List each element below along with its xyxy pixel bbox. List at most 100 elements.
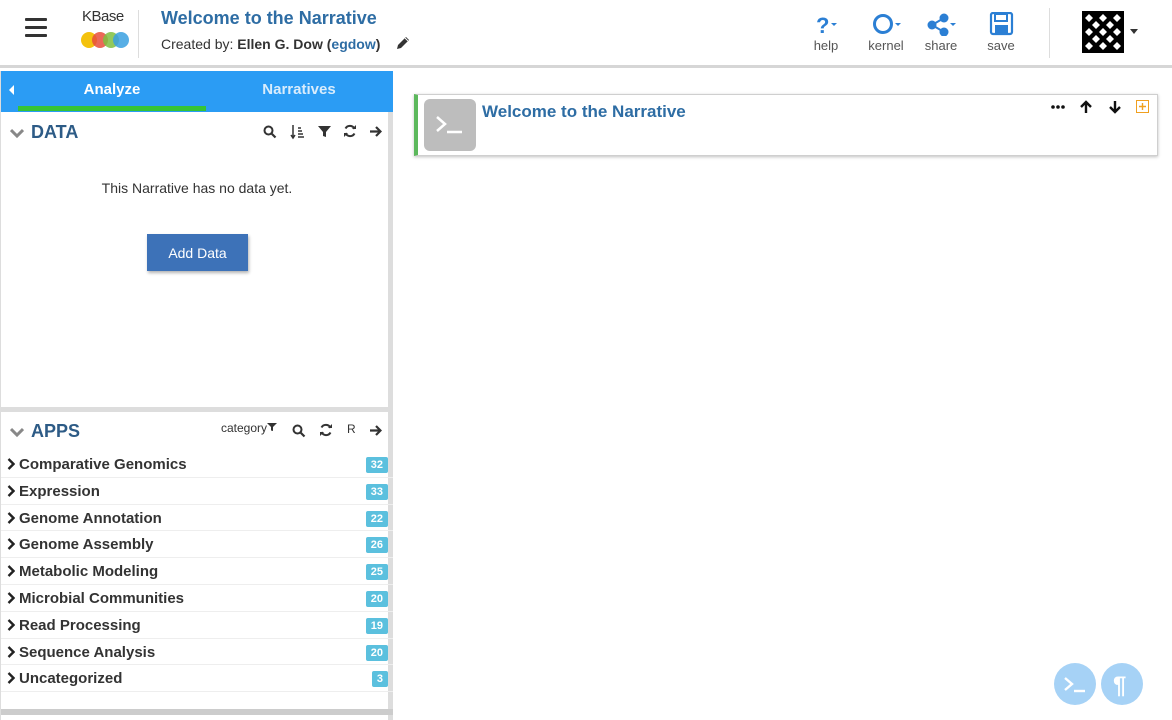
chevron-right-icon [7, 484, 15, 497]
svg-text:¶: ¶ [1113, 672, 1126, 699]
share-button[interactable]: share [916, 12, 966, 53]
active-tab-indicator [18, 106, 206, 111]
arrow-right-icon[interactable] [369, 424, 382, 437]
app-category-row[interactable]: Microbial Communities 20 [1, 585, 393, 612]
narrative-main-area: Welcome to the Narrative ¶ [398, 71, 1172, 720]
category-filter-label: category [221, 421, 268, 435]
save-button[interactable]: save [976, 12, 1026, 53]
app-count-badge: 32 [365, 457, 388, 473]
r-button[interactable]: R [347, 422, 356, 436]
app-category-name: Read Processing [19, 616, 141, 634]
side-panel: Analyze Narratives DATA This Narrative h… [0, 71, 393, 720]
app-count-badge: 22 [365, 510, 388, 527]
logo-text: KBase [82, 8, 124, 25]
app-count-badge: 20 [365, 644, 388, 661]
app-count-badge: 26 [365, 537, 388, 554]
chevron-right-icon [7, 592, 15, 604]
markdown-cell[interactable]: Welcome to the Narrative [414, 94, 1158, 156]
chevron-right-icon [7, 645, 15, 658]
collapse-panel-icon[interactable] [9, 85, 14, 95]
app-count-badge: 20 [365, 590, 388, 607]
app-category-name: Uncategorized [19, 670, 123, 688]
pilcrow-icon: ¶ [1113, 672, 1126, 699]
header-divider-right [1049, 8, 1050, 58]
question-icon: ? [816, 13, 837, 36]
chevron-down-icon[interactable] [10, 126, 24, 140]
created-prefix: Created by: [161, 36, 238, 52]
add-code-cell-button[interactable] [1054, 663, 1096, 705]
panel-tabs: Analyze Narratives [1, 71, 393, 112]
help-label: help [813, 38, 839, 53]
chevron-right-icon [7, 618, 15, 631]
more-icon[interactable] [1050, 104, 1065, 110]
data-section-title[interactable]: DATA [31, 122, 78, 143]
author-name: Ellen G. Dow [237, 36, 323, 52]
app-category-name: Genome Annotation [19, 509, 162, 527]
paren-close: ) [375, 36, 381, 52]
filter-icon[interactable] [318, 125, 331, 138]
category-filter[interactable]: category [221, 421, 278, 435]
app-category-row[interactable]: Metabolic Modeling 25 [1, 558, 393, 585]
tab-analyze[interactable]: Analyze [18, 81, 206, 98]
app-count-badge: 25 [365, 564, 388, 581]
chevron-right-icon [7, 538, 15, 551]
app-category-row[interactable]: Expression 33 [1, 478, 393, 505]
kernel-button[interactable]: kernel [861, 12, 911, 53]
app-category-name: Microbial Communities [19, 589, 185, 607]
arrow-up-icon[interactable] [1079, 100, 1093, 114]
circle-icon [873, 14, 901, 34]
tab-narratives[interactable]: Narratives [205, 81, 393, 98]
created-by: Created by: Ellen G. Dow (egdow) [161, 36, 380, 52]
horizontal-scrollbar[interactable] [1, 709, 393, 715]
no-data-message: This Narrative has no data yet. [101, 180, 293, 196]
refresh-icon[interactable] [319, 423, 333, 437]
data-section-header: DATA [1, 116, 393, 150]
search-icon[interactable] [292, 424, 306, 438]
add-markdown-cell-button[interactable]: ¶ [1101, 663, 1143, 705]
search-icon[interactable] [263, 125, 277, 139]
add-data-button[interactable]: Add Data [147, 234, 248, 271]
arrow-right-icon[interactable] [369, 125, 382, 138]
add-cell-icon[interactable] [1136, 100, 1149, 114]
app-category-row[interactable]: Genome Assembly 26 [1, 531, 393, 559]
apps-section-header: APPS R [1, 415, 393, 449]
app-category-list: Comparative Genomics 32 Expression 33 Genome… [1, 451, 393, 693]
refresh-icon[interactable] [343, 124, 357, 138]
app-category-row[interactable]: Read Processing 19 [1, 612, 393, 639]
app-category-name: Genome Assembly [19, 536, 154, 554]
app-category-name: Sequence Analysis [19, 643, 156, 661]
panel-divider[interactable] [1, 407, 393, 412]
app-category-row[interactable]: Sequence Analysis 20 [1, 639, 393, 666]
chevron-down-icon[interactable] [1130, 29, 1138, 34]
help-button[interactable]: ? help [801, 12, 851, 53]
cell-toolbar [1041, 98, 1149, 116]
pencil-icon[interactable] [395, 35, 411, 51]
author-username-link[interactable]: egdow [331, 36, 375, 52]
app-category-name: Metabolic Modeling [19, 563, 159, 581]
terminal-icon [1064, 677, 1085, 693]
user-avatar[interactable] [1082, 11, 1124, 53]
narrative-title[interactable]: Welcome to the Narrative [161, 8, 377, 29]
arrow-down-icon[interactable] [1108, 100, 1122, 114]
share-icon [927, 13, 956, 36]
app-category-row[interactable]: Uncategorized 3 [1, 665, 393, 693]
top-header: KBase Welcome to the Narrative Created b… [0, 0, 1172, 68]
app-category-row[interactable]: Genome Annotation 22 [1, 505, 393, 532]
chevron-right-icon [7, 672, 15, 685]
app-category-name: Comparative Genomics [19, 456, 187, 473]
svg-text:?: ? [816, 13, 829, 36]
save-label: save [987, 38, 1015, 53]
chevron-down-icon[interactable] [10, 425, 24, 439]
sort-icon[interactable] [290, 124, 306, 140]
app-count-badge: 3 [371, 671, 388, 688]
kbase-logo[interactable]: KBase [80, 8, 130, 56]
cell-title[interactable]: Welcome to the Narrative [482, 102, 686, 122]
menu-icon[interactable] [25, 18, 47, 38]
app-category-row[interactable]: Comparative Genomics 32 [1, 451, 393, 478]
chevron-right-icon [7, 511, 15, 524]
terminal-icon [424, 99, 476, 151]
header-divider [138, 10, 139, 58]
logo-graphic [81, 32, 129, 48]
filter-icon [267, 423, 278, 431]
apps-section-title[interactable]: APPS [31, 421, 80, 442]
